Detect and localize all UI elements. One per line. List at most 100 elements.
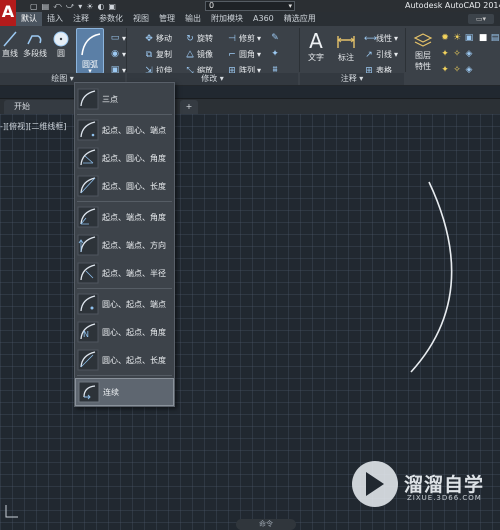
copy-label: 复制 (156, 50, 172, 59)
move-icon: ✥ (145, 33, 153, 44)
text-label: 文字 (308, 53, 324, 62)
line-icon (3, 31, 17, 47)
arc-menu-item-start-end-direction[interactable]: 起点、端点、方向 (75, 231, 174, 259)
trim-label: 修剪 (239, 34, 255, 43)
arc-start-center-angle-icon (77, 147, 99, 169)
tab-addins[interactable]: 附加模块 (206, 12, 248, 26)
copy-button[interactable]: ⧉ 复制 (144, 49, 172, 60)
hatch-icon: ◉ (111, 49, 119, 59)
qat-redo-icon[interactable]: ⤻ (66, 1, 75, 11)
erase-button[interactable]: ✎ (270, 33, 280, 43)
tab-home[interactable]: 默认 (16, 12, 42, 26)
app-title: Autodesk AutoCAD 2014 (405, 1, 500, 10)
layer-color-swatch[interactable]: ■ ▤ (478, 33, 500, 43)
move-label: 移动 (156, 34, 172, 43)
tab-insert[interactable]: 插入 (42, 12, 68, 26)
application-menu-button[interactable]: A (0, 0, 16, 26)
dimension-button[interactable]: 标注 (332, 30, 360, 63)
hatch-button[interactable]: ◉ ▾ (110, 49, 126, 59)
layer-off-icon: ◈ (465, 49, 473, 59)
arc-button[interactable]: 圆弧 ▾ (76, 28, 104, 75)
arc-start-center-end-icon (77, 119, 99, 141)
draw-panel-title-text: 绘图 (51, 74, 68, 83)
arc-center-start-angle-icon: N (77, 321, 99, 343)
rotate-icon: ↻ (186, 33, 194, 44)
layer-dropdown[interactable]: 0 ▾ (205, 1, 295, 11)
arc-menu-item-center-start-length[interactable]: 圆心、起点、长度 (75, 346, 174, 374)
erase-icon: ✎ (271, 33, 279, 43)
arc-menu-item-start-end-angle[interactable]: 起点、端点、角度 (75, 203, 174, 231)
layer-value: 0 (209, 1, 215, 10)
fillet-label: 圆角 (239, 50, 255, 59)
arc-menu-item-label: 起点、端点、角度 (102, 212, 166, 222)
command-line[interactable]: 命令 (236, 519, 296, 530)
tab-annotate[interactable]: 注释 (68, 12, 94, 26)
layer-state-icons-row2[interactable]: ✦ ✧ ◈ (440, 49, 474, 59)
trim-icon: ⊣ (228, 33, 236, 44)
arc-menu-item-continue[interactable]: 连续 (75, 378, 174, 406)
chevron-down-icon: ▾ (219, 74, 224, 83)
arc-menu-item-three-point[interactable]: 三点 (75, 85, 174, 113)
viewport-controls[interactable]: -][俯视][二维线框] (0, 121, 67, 132)
layer-state-icons-row3[interactable]: ✦ ✧ ◈ (440, 65, 474, 75)
chevron-down-icon: ▾ (288, 2, 292, 10)
menu-separator (77, 201, 172, 202)
rotate-button[interactable]: ↻ 旋转 (185, 33, 213, 44)
linear-dimension-button[interactable]: ⟷ 线性 ▾ (364, 33, 398, 44)
text-button[interactable]: A 文字 (302, 30, 330, 63)
line-button[interactable]: 直线 (0, 30, 20, 59)
tab-manage[interactable]: 管理 (154, 12, 180, 26)
svg-text:N: N (83, 330, 89, 339)
polyline-icon (27, 35, 42, 45)
explode-button[interactable]: ✦ (270, 49, 280, 59)
qat-undo-icon[interactable]: ⤺ (53, 1, 62, 11)
arc-three-point-icon (77, 88, 99, 110)
trim-button[interactable]: ⊣ 修剪 ▾ (227, 33, 261, 44)
polyline-button[interactable]: 多段线 (22, 30, 48, 59)
dimension-icon (337, 36, 355, 48)
qat-new-icon[interactable]: ▢ (30, 2, 38, 11)
new-tab-button[interactable]: + (180, 100, 198, 114)
drawn-arc[interactable] (410, 181, 453, 373)
watermark-url: ZIXUE.3D66.COM (407, 494, 482, 502)
qat-more-icon[interactable]: ▾ (78, 2, 82, 11)
layer-state-icons-row1[interactable]: ✹ ☀ ▣ (440, 33, 474, 43)
arc-menu-item-label: 圆心、起点、端点 (102, 299, 166, 309)
arc-menu-item-label: 起点、圆心、角度 (102, 153, 166, 163)
dimension-label: 标注 (338, 53, 354, 62)
mirror-button[interactable]: ⧋ 镜像 (185, 49, 213, 60)
layer-properties-label-1: 图层 (415, 51, 431, 60)
tab-a360[interactable]: A360 (248, 12, 279, 26)
fillet-button[interactable]: ⌐ 圆角 ▾ (227, 49, 261, 60)
menu-separator (77, 288, 172, 289)
layer-color-icon[interactable]: ▣ (108, 2, 116, 11)
layer-freeze-icon: ✧ (453, 49, 461, 59)
ribbon-minimize-button[interactable]: ▭▾ (468, 14, 494, 24)
arc-menu-item-start-center-angle[interactable]: 起点、圆心、角度 (75, 144, 174, 172)
annotation-panel-title[interactable]: 注释 ▾ (300, 73, 404, 85)
modify-panel-title-text: 修改 (201, 74, 218, 83)
qat-save-icon[interactable]: ▤ (42, 2, 50, 11)
tab-view[interactable]: 视图 (128, 12, 154, 26)
layer-freeze-icon[interactable]: ◐ (97, 2, 104, 11)
arc-menu-item-start-end-radius[interactable]: 起点、端点、半径 (75, 259, 174, 287)
circle-button[interactable]: 圆 (50, 30, 72, 59)
lock-icon: ▣ (464, 33, 474, 43)
leader-icon: ↗ (365, 49, 373, 60)
tab-output[interactable]: 输出 (180, 12, 206, 26)
rectangle-button[interactable]: ▭ ▾ (110, 33, 126, 43)
tab-parametric[interactable]: 参数化 (94, 12, 128, 26)
layer-properties-button[interactable]: 图层 特性 (409, 30, 437, 72)
move-button[interactable]: ✥ 移动 (144, 33, 172, 44)
arc-menu-item-label: 圆心、起点、角度 (102, 327, 166, 337)
rectangle-icon: ▭ (110, 33, 120, 43)
line-label: 直线 (2, 49, 18, 58)
arc-menu-item-center-start-angle[interactable]: N 圆心、起点、角度 (75, 318, 174, 346)
arc-menu-item-center-start-end[interactable]: 圆心、起点、端点 (75, 290, 174, 318)
layer-on-icon[interactable]: ☀ (86, 2, 93, 11)
leader-button[interactable]: ↗ 引线 ▾ (364, 49, 398, 60)
arc-menu-item-start-center-length[interactable]: 起点、圆心、长度 (75, 172, 174, 200)
tab-featured-apps[interactable]: 精选应用 (279, 12, 321, 26)
layer-isolate-icon: ✦ (441, 49, 449, 59)
arc-menu-item-start-center-end[interactable]: 起点、圆心、端点 (75, 116, 174, 144)
